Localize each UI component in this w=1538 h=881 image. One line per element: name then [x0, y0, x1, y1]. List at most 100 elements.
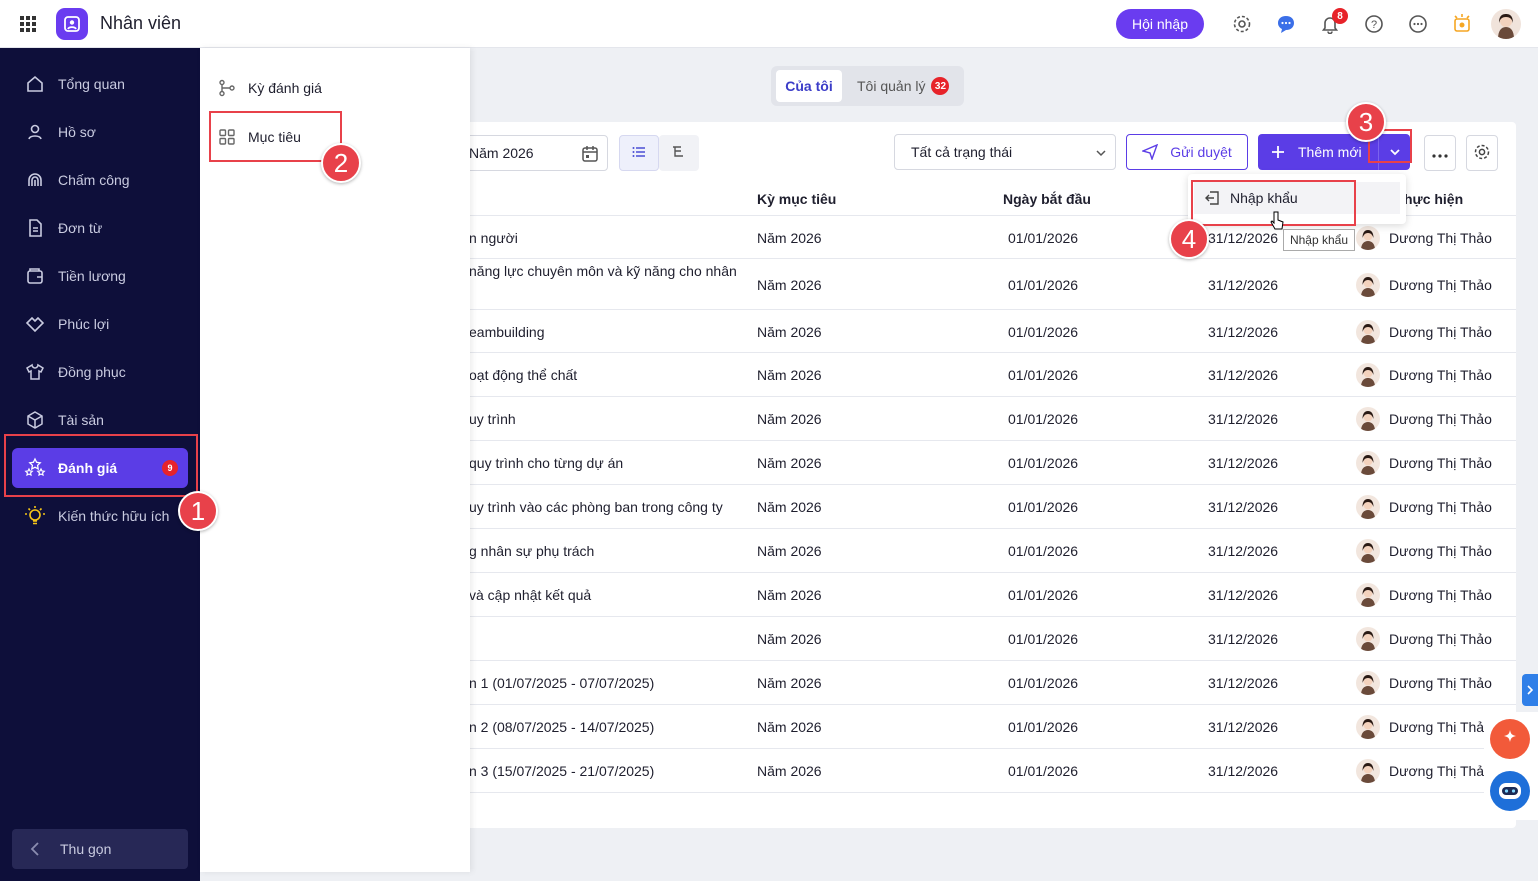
settings-icon[interactable]: [1220, 14, 1264, 34]
calendar-icon: [581, 145, 599, 166]
goal-start-date: 01/01/2026: [1008, 367, 1079, 383]
table-row[interactable]: oạt động thể chất Năm 2026 01/01/2026 31/12…: [450, 353, 1516, 397]
goal-name[interactable]: uy trình: [469, 411, 516, 427]
assignee-avatar: [1356, 715, 1380, 739]
table-row[interactable]: n 2 (08/07/2025 - 14/07/2025) Năm 2026 01/…: [450, 705, 1516, 749]
add-dropdown-toggle[interactable]: [1378, 134, 1410, 170]
sidebar-item-label: Tài sản: [58, 412, 104, 428]
chat-icon[interactable]: [1264, 13, 1308, 35]
more-circle-icon[interactable]: [1396, 14, 1440, 34]
goal-end-date: 31/12/2026: [1208, 367, 1279, 383]
goal-assignee: Dương Thị Thảo: [1356, 363, 1492, 387]
assignee-avatar: [1356, 451, 1380, 475]
sidebar-item-profile[interactable]: Hồ sơ: [12, 112, 188, 152]
goal-assignee: Dương Thị Thảo: [1356, 451, 1492, 475]
table-row[interactable]: uy trình Năm 2026 01/01/2026 31/12/2026 Dươn…: [450, 397, 1516, 441]
sidebar-item-label: Chấm công: [58, 172, 130, 188]
chatbot-button[interactable]: [1490, 771, 1530, 811]
assignee-avatar: [1356, 583, 1380, 607]
goal-name[interactable]: uy trình vào các phòng ban trong công ty: [469, 499, 723, 515]
goal-name[interactable]: n 2 (08/07/2025 - 14/07/2025): [469, 719, 654, 735]
table-row[interactable]: eambuilding Năm 2026 01/01/2026 31/12/2026 D…: [450, 310, 1516, 353]
tree-view-button[interactable]: [659, 135, 699, 171]
goal-name[interactable]: và cập nhật kết quả: [469, 587, 591, 603]
tab-managed[interactable]: Tôi quản lý 32: [857, 70, 950, 102]
sidebar-item-salary[interactable]: Tiền lương: [12, 256, 188, 296]
evaluation-badge: 9: [162, 460, 178, 476]
table-row[interactable]: n 3 (15/07/2025 - 21/07/2025) Năm 2026 01/…: [450, 749, 1516, 793]
goal-name[interactable]: n 3 (15/07/2025 - 21/07/2025): [469, 763, 654, 779]
table-row[interactable]: quy trình cho từng dự án Năm 2026 01/01/20…: [450, 441, 1516, 485]
sidebar-item-uniform[interactable]: Đồng phục: [12, 352, 188, 392]
sidebar-item-label: Phúc lợi: [58, 316, 110, 332]
goal-name[interactable]: n 1 (01/07/2025 - 07/07/2025): [469, 675, 654, 691]
managed-count-badge: 32: [931, 77, 950, 95]
table-row[interactable]: Năm 2026 01/01/2026 31/12/2026 Dương Thị Th…: [450, 617, 1516, 661]
goal-start-date: 01/01/2026: [1008, 324, 1079, 340]
assignee-name: Dương Thị Thảo: [1389, 499, 1492, 515]
fingerprint-icon: [12, 170, 58, 190]
table-row[interactable]: và cập nhật kết quả Năm 2026 01/01/2026 31/…: [450, 573, 1516, 617]
menu-item-import-label: Nhập khẩu: [1230, 190, 1298, 206]
sidebar-item-knowledge[interactable]: Kiến thức hữu ích: [12, 496, 188, 536]
ai-sparkle-button[interactable]: [1490, 719, 1530, 759]
app-logo: [56, 7, 88, 40]
menu-item-import[interactable]: Nhập khẩu: [1194, 182, 1400, 214]
send-approval-button[interactable]: Gửi duyệt: [1126, 134, 1248, 170]
assignee-avatar: [1356, 671, 1380, 695]
more-options-button[interactable]: [1424, 135, 1456, 171]
assignee-name: Dương Thị Thảo: [1389, 230, 1492, 246]
more-dots-icon: [1432, 145, 1448, 161]
join-button[interactable]: Hội nhập: [1115, 9, 1204, 39]
sidebar-item-label: Tiền lương: [58, 268, 126, 284]
user-avatar[interactable]: [1484, 9, 1528, 39]
sidebar-item-benefits[interactable]: Phúc lợi: [12, 304, 188, 344]
step-marker-1: 1: [178, 491, 218, 531]
table-row[interactable]: g nhân sự phụ trách Năm 2026 01/01/2026 31/…: [450, 529, 1516, 573]
tab-mine[interactable]: Của tôi: [776, 70, 842, 102]
sidebar-item-label: Hồ sơ: [58, 124, 96, 140]
table-row[interactable]: n 1 (01/07/2025 - 07/07/2025) Năm 2026 01/…: [450, 661, 1516, 705]
sidebar-item-assets[interactable]: Tài sản: [12, 400, 188, 440]
assignee-name: Dương Thị Thảo: [1389, 324, 1492, 340]
goal-assignee: Dương Thị Thảo: [1356, 627, 1492, 651]
step-marker-4: 4: [1169, 219, 1209, 259]
status-select[interactable]: Tất cả trạng thái: [894, 134, 1116, 170]
goal-name[interactable]: g nhân sự phụ trách: [469, 543, 594, 559]
goal-name[interactable]: n người: [469, 230, 518, 246]
header-start-date: Ngày bắt đầu: [1003, 191, 1091, 207]
flow-icon: [218, 79, 248, 97]
add-new-button[interactable]: Thêm mới: [1258, 134, 1410, 170]
help-icon[interactable]: ?: [1352, 14, 1396, 34]
goal-end-date: 31/12/2026: [1208, 631, 1279, 647]
goal-start-date: 01/01/2026: [1008, 587, 1079, 603]
wallet-icon: [12, 266, 58, 286]
sidebar-item-attendance[interactable]: Chấm công: [12, 160, 188, 200]
view-tabs: Của tôi Tôi quản lý 32: [771, 66, 964, 106]
home-icon: [12, 74, 58, 94]
sidebar-item-overview[interactable]: Tổng quan: [12, 64, 188, 104]
sidebar-item-evaluation[interactable]: Đánh giá 9: [12, 448, 188, 488]
collapse-sidebar-button[interactable]: Thu gọn: [12, 829, 188, 869]
goal-start-date: 01/01/2026: [1008, 631, 1079, 647]
goal-name[interactable]: quy trình cho từng dự án: [469, 455, 623, 471]
sidebar-item-requests[interactable]: Đơn từ: [12, 208, 188, 248]
table-row[interactable]: uy trình vào các phòng ban trong công ty…: [450, 485, 1516, 529]
list-view-button[interactable]: [619, 135, 659, 171]
submenu-item-review-period[interactable]: Kỳ đánh giá: [218, 73, 322, 103]
bell-icon[interactable]: 8: [1308, 8, 1352, 34]
document-icon: [12, 218, 58, 238]
column-settings-button[interactable]: [1466, 135, 1498, 171]
goal-name[interactable]: eambuilding: [469, 324, 545, 340]
goal-name[interactable]: năng lực chuyên môn và kỹ năng cho nhân: [469, 263, 737, 279]
table-row[interactable]: năng lực chuyên môn và kỹ năng cho nhân N…: [450, 259, 1516, 310]
side-panel-toggle[interactable]: [1522, 674, 1538, 706]
goal-period: Năm 2026: [757, 455, 822, 471]
assignee-avatar: [1356, 273, 1380, 297]
submenu-item-label: Mục tiêu: [248, 129, 301, 145]
period-picker[interactable]: Năm 2026: [460, 135, 608, 171]
app-grid-icon[interactable]: [0, 15, 56, 33]
goal-name[interactable]: oạt động thể chất: [469, 367, 577, 383]
sun-badge-icon[interactable]: [1440, 13, 1484, 35]
submenu-item-goals[interactable]: Mục tiêu: [218, 122, 301, 152]
